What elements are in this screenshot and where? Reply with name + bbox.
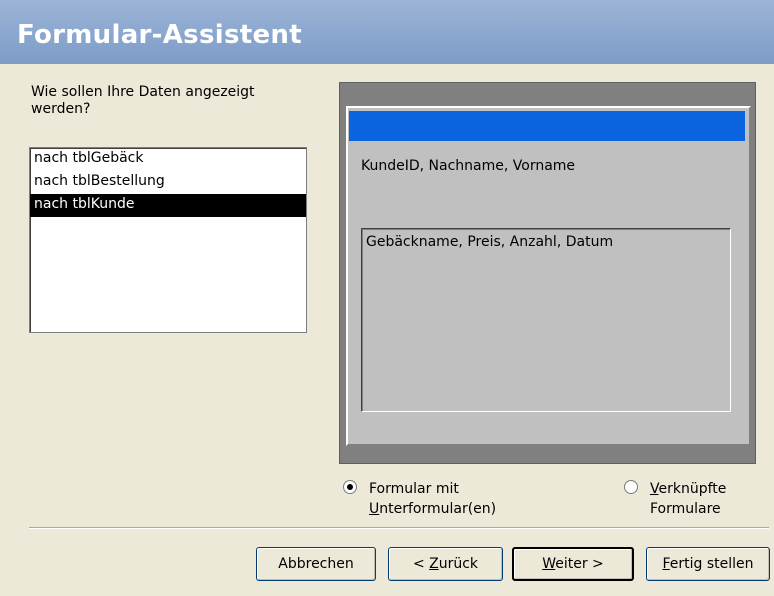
grouping-listbox[interactable]: nach tblGebäck nach tblBestellung nach t… (29, 147, 307, 333)
title-bar: Formular-Assistent (0, 0, 774, 64)
next-button[interactable]: Weiter > (512, 547, 634, 581)
list-item-tblkunde[interactable]: nach tblKunde (30, 194, 306, 217)
separator (29, 527, 769, 529)
finish-button[interactable]: Fertig stellen (646, 547, 770, 581)
prompt-label: Wie sollen Ihre Daten angezeigt werden? (31, 84, 255, 117)
preview-subform: Gebäckname, Preis, Anzahl, Datum (361, 228, 731, 412)
cancel-button[interactable]: Abbrechen (256, 547, 376, 581)
preview-header-bar (349, 111, 745, 141)
radio-button[interactable] (624, 480, 638, 494)
radio-label[interactable]: Formular mit Unterformular(en) (369, 479, 496, 519)
list-item-tblgebaeck[interactable]: nach tblGebäck (30, 148, 306, 171)
window-title: Formular-Assistent (17, 20, 302, 50)
preview-subform-fields: Gebäckname, Preis, Anzahl, Datum (366, 234, 614, 250)
radio-button[interactable] (343, 480, 357, 494)
list-item-tblbestellung[interactable]: nach tblBestellung (30, 171, 306, 194)
preview-main-fields: KundeID, Nachname, Vorname (361, 158, 576, 174)
back-button[interactable]: < Zurück (388, 547, 503, 581)
radio-label[interactable]: Verknüpfte Formulare (650, 479, 726, 519)
